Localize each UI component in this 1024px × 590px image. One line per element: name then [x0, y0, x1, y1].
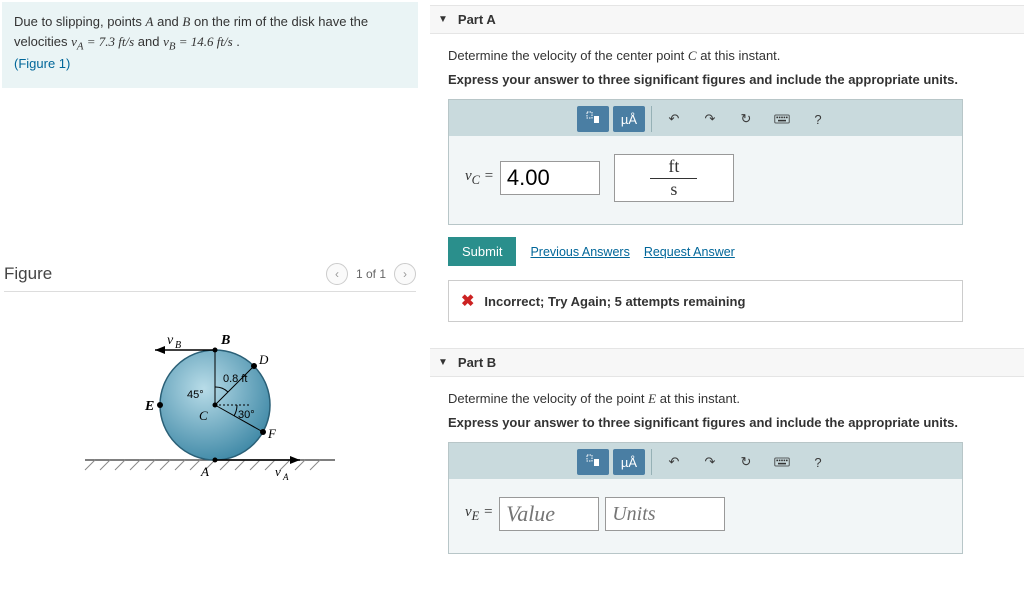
part-b-value-input[interactable] — [499, 497, 599, 531]
part-a-answer-panel: µÅ ↶ ↷ ↻ ? vC = ft s — [448, 99, 963, 225]
figure-next-button[interactable]: › — [394, 263, 416, 285]
part-b-title: Part B — [458, 355, 496, 370]
part-a-units-box[interactable]: ft s — [614, 154, 734, 202]
redo-button[interactable]: ↷ — [694, 106, 726, 132]
redo-button[interactable]: ↷ — [694, 449, 726, 475]
figure-title: Figure — [4, 264, 52, 284]
reset-button[interactable]: ↻ — [730, 106, 762, 132]
help-button[interactable]: ? — [802, 449, 834, 475]
keyboard-button[interactable] — [766, 449, 798, 475]
svg-text:v: v — [167, 333, 174, 348]
svg-text:0.8 ft: 0.8 ft — [223, 373, 247, 385]
part-a-question: Determine the velocity of the center poi… — [448, 48, 1006, 64]
part-b-units-input[interactable] — [605, 497, 725, 531]
figure-prev-button[interactable]: ‹ — [326, 263, 348, 285]
part-a-header[interactable]: ▼ Part A — [430, 5, 1024, 34]
svg-text:D: D — [258, 352, 269, 367]
svg-text:45°: 45° — [187, 389, 204, 401]
keyboard-button[interactable] — [766, 106, 798, 132]
svg-text:A: A — [282, 472, 289, 482]
svg-text:C: C — [199, 408, 208, 423]
undo-button[interactable]: ↶ — [658, 449, 690, 475]
part-b-answer-panel: µÅ ↶ ↷ ↻ ? vE = — [448, 442, 963, 554]
part-a-instruction: Express your answer to three significant… — [448, 72, 1006, 87]
templates-icon[interactable] — [577, 449, 609, 475]
figure-pager-label: 1 of 1 — [356, 267, 386, 281]
figure-link[interactable]: (Figure 1) — [14, 56, 70, 71]
incorrect-icon: ✖ — [461, 291, 474, 311]
part-a-submit-button[interactable]: Submit — [448, 237, 516, 266]
special-chars-button[interactable]: µÅ — [613, 106, 645, 132]
part-b-toolbar: µÅ ↶ ↷ ↻ ? — [449, 443, 962, 479]
svg-text:v: v — [275, 464, 281, 479]
special-chars-button[interactable]: µÅ — [613, 449, 645, 475]
svg-text:F: F — [267, 426, 277, 441]
figure-diagram: v B B D 0.8 ft 45° 30° E C A F v A — [4, 310, 416, 493]
caret-down-icon: ▼ — [438, 14, 448, 25]
problem-statement: Due to slipping, points A and B on the r… — [2, 2, 418, 88]
templates-icon[interactable] — [577, 106, 609, 132]
svg-text:E: E — [144, 399, 154, 414]
part-a-var-label: vC = — [465, 168, 494, 188]
part-b-instruction: Express your answer to three significant… — [448, 415, 1006, 430]
help-button[interactable]: ? — [802, 106, 834, 132]
part-a-value-input[interactable] — [500, 161, 600, 195]
request-answer-link[interactable]: Request Answer — [644, 245, 735, 259]
part-b-question: Determine the velocity of the point E at… — [448, 391, 1006, 407]
reset-button[interactable]: ↻ — [730, 449, 762, 475]
part-a-toolbar: µÅ ↶ ↷ ↻ ? — [449, 100, 962, 136]
part-a-feedback: ✖ Incorrect; Try Again; 5 attempts remai… — [448, 280, 963, 322]
svg-text:B: B — [175, 340, 181, 351]
part-b-var-label: vE = — [465, 504, 493, 524]
caret-down-icon: ▼ — [438, 357, 448, 368]
part-a-title: Part A — [458, 12, 496, 27]
previous-answers-link[interactable]: Previous Answers — [530, 245, 629, 259]
svg-text:30°: 30° — [238, 409, 255, 421]
part-b-header[interactable]: ▼ Part B — [430, 348, 1024, 377]
svg-text:B: B — [220, 333, 230, 348]
svg-text:A: A — [200, 464, 209, 479]
undo-button[interactable]: ↶ — [658, 106, 690, 132]
